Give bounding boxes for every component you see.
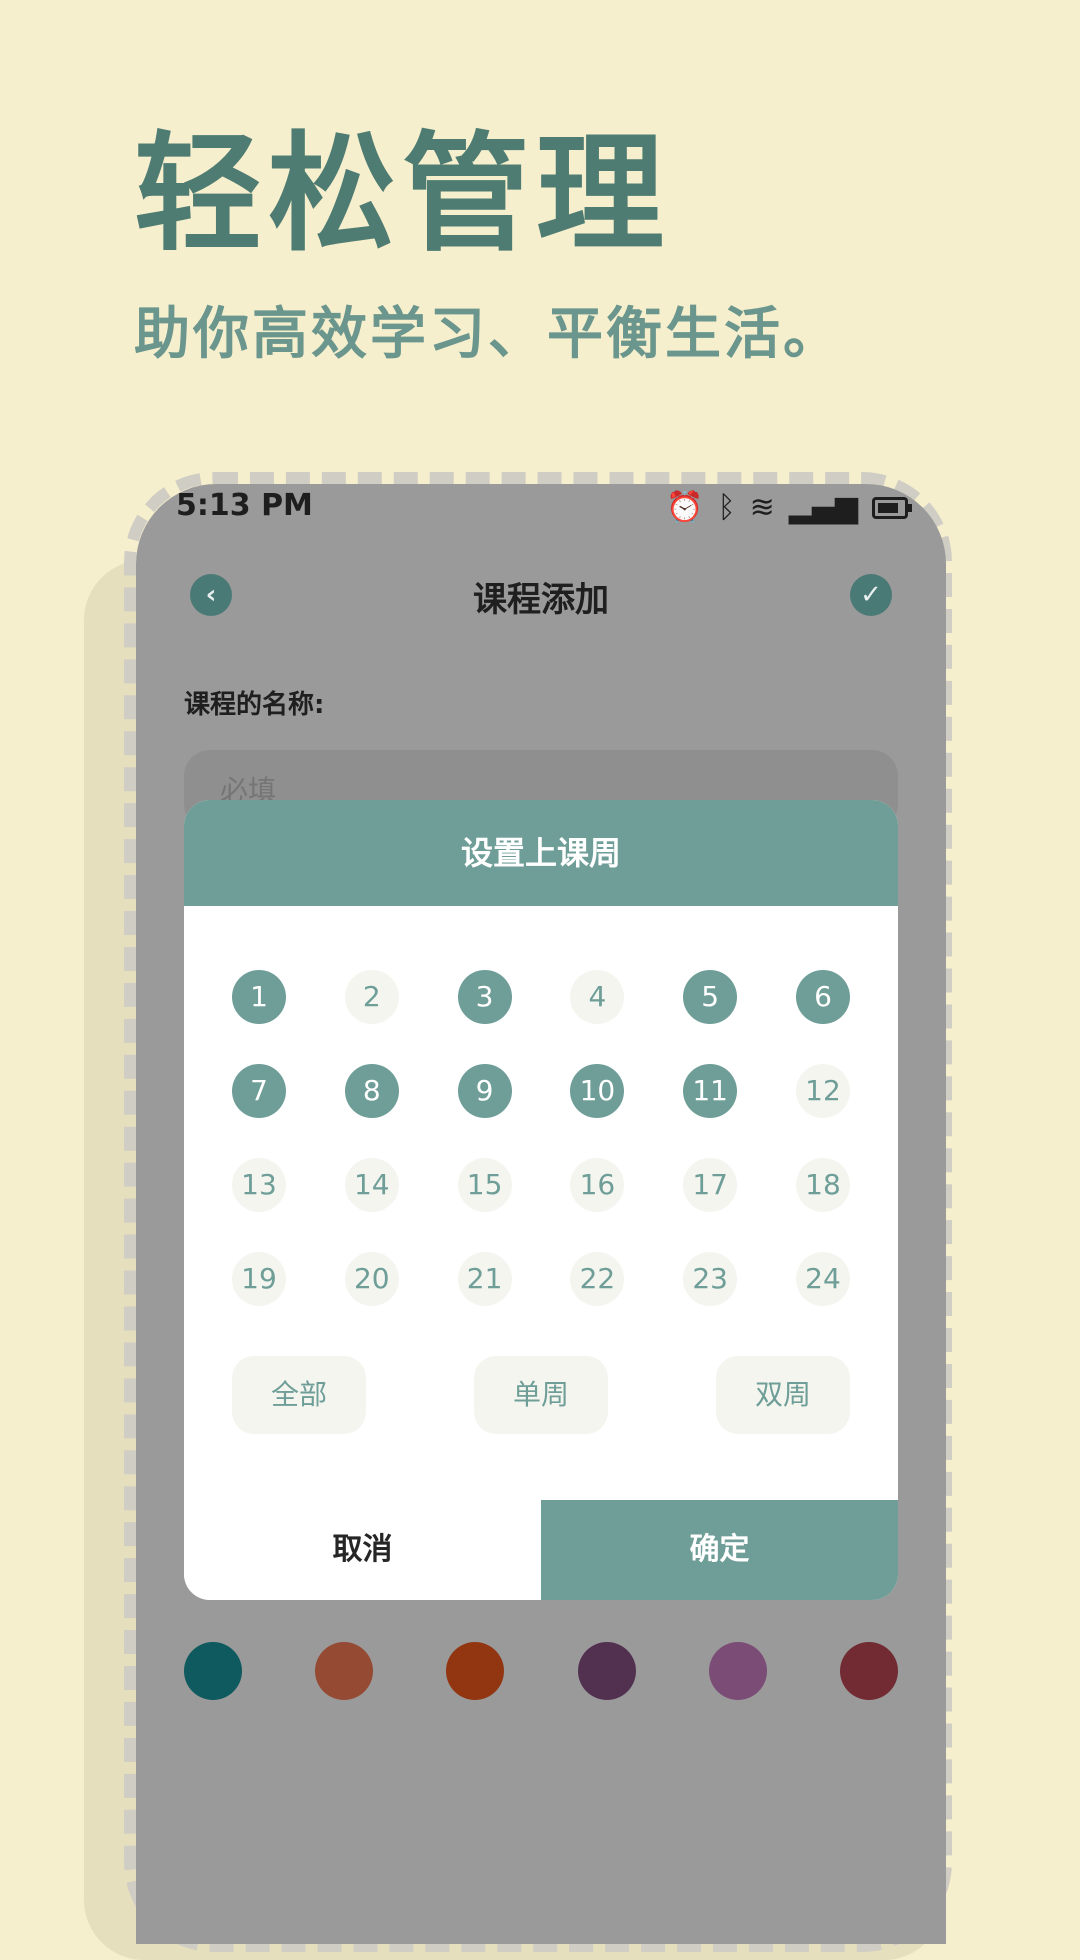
week-item[interactable]: 18 <box>795 1158 850 1212</box>
week-item[interactable]: 16 <box>570 1158 625 1212</box>
ok-button[interactable]: 确定 <box>541 1500 898 1600</box>
phone-screen: 5:13 PM ⏰ ᛒ ≋ ▂▄▆ ‹ 课程添加 ✓ 课程的名称: 设置上课周 … <box>136 484 946 1944</box>
week-item[interactable]: 7 <box>232 1064 286 1118</box>
week-item[interactable]: 22 <box>570 1252 625 1306</box>
color-swatch-row <box>184 1642 898 1700</box>
week-item[interactable]: 15 <box>457 1158 512 1212</box>
week-picker-dialog: 设置上课周 1 2 3 4 5 6 7 8 9 10 11 12 13 14 1… <box>184 800 898 1600</box>
week-item[interactable]: 20 <box>344 1252 399 1306</box>
select-even-button[interactable]: 双周 <box>716 1356 850 1434</box>
week-item[interactable]: 3 <box>457 970 512 1024</box>
quick-select-row: 全部 单周 双周 <box>232 1356 850 1434</box>
week-item[interactable]: 13 <box>232 1158 286 1212</box>
course-name-label: 课程的名称: <box>184 690 325 720</box>
week-item[interactable]: 19 <box>232 1252 286 1306</box>
dialog-title: 设置上课周 <box>184 800 898 906</box>
week-item[interactable]: 14 <box>344 1158 399 1212</box>
status-bar: 5:13 PM ⏰ ᛒ ≋ ▂▄▆ <box>136 484 946 544</box>
alarm-icon: ⏰ <box>666 490 704 525</box>
signal-icon: ▂▄▆ <box>788 490 858 525</box>
check-icon: ✓ <box>860 580 882 610</box>
hero-subtitle: 助你高效学习、平衡生活。 <box>134 302 842 367</box>
week-item[interactable]: 9 <box>457 1064 512 1118</box>
dialog-actions: 取消 确定 <box>184 1500 898 1600</box>
color-swatch[interactable] <box>315 1642 374 1700</box>
week-item[interactable]: 11 <box>683 1064 738 1118</box>
status-time: 5:13 PM <box>176 488 313 523</box>
week-item[interactable]: 2 <box>344 970 399 1024</box>
cancel-button[interactable]: 取消 <box>184 1500 541 1600</box>
week-item[interactable]: 24 <box>795 1252 850 1306</box>
select-all-button[interactable]: 全部 <box>232 1356 366 1434</box>
wifi-icon: ≋ <box>749 490 775 525</box>
color-swatch[interactable] <box>577 1642 636 1700</box>
week-item[interactable]: 1 <box>232 970 286 1024</box>
week-item[interactable]: 8 <box>344 1064 399 1118</box>
color-swatch[interactable] <box>839 1642 898 1700</box>
week-item[interactable]: 12 <box>795 1064 850 1118</box>
week-item[interactable]: 5 <box>683 970 738 1024</box>
week-grid: 1 2 3 4 5 6 7 8 9 10 11 12 13 14 15 16 1… <box>232 970 850 1306</box>
week-item[interactable]: 10 <box>570 1064 625 1118</box>
color-swatch[interactable] <box>184 1642 242 1700</box>
week-item[interactable]: 17 <box>683 1158 738 1212</box>
color-swatch[interactable] <box>446 1642 505 1700</box>
select-odd-button[interactable]: 单周 <box>474 1356 608 1434</box>
bluetooth-icon: ᛒ <box>717 490 736 525</box>
week-item[interactable]: 23 <box>683 1252 738 1306</box>
battery-icon <box>872 496 912 519</box>
color-swatch[interactable] <box>708 1642 767 1700</box>
week-item[interactable]: 4 <box>570 970 625 1024</box>
status-icons: ⏰ ᛒ ≋ ▂▄▆ <box>666 490 912 525</box>
week-item[interactable]: 6 <box>795 970 850 1024</box>
app-bar: ‹ 课程添加 ✓ <box>136 554 946 654</box>
week-item[interactable]: 21 <box>457 1252 512 1306</box>
hero-title: 轻松管理 <box>134 120 671 269</box>
confirm-button[interactable]: ✓ <box>850 574 892 616</box>
page-title: 课程添加 <box>473 580 609 620</box>
